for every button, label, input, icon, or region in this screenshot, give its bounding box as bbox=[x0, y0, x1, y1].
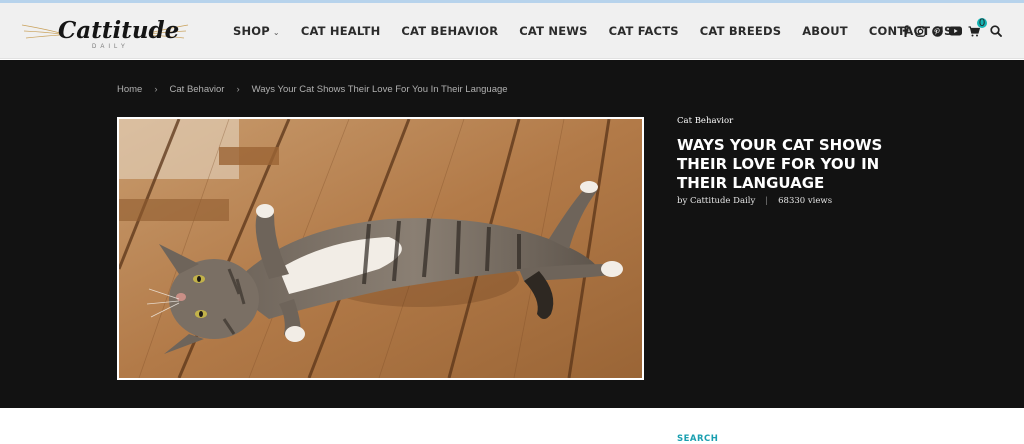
youtube-icon[interactable] bbox=[949, 26, 962, 36]
site-logo[interactable]: Cattitude DAILY bbox=[20, 11, 190, 55]
chevron-down-icon: ⌄ bbox=[272, 28, 280, 37]
nav-item-about[interactable]: ABOUT bbox=[802, 24, 848, 38]
nav-item-shop-label: SHOP bbox=[233, 24, 270, 38]
cart-count-badge: 0 bbox=[977, 16, 987, 29]
cart-icon[interactable]: 0 bbox=[968, 17, 987, 37]
logo-subtext: DAILY bbox=[92, 44, 129, 50]
breadcrumb-separator: › bbox=[154, 84, 158, 95]
meta-divider: | bbox=[765, 196, 769, 206]
article-featured-image bbox=[117, 117, 644, 380]
breadcrumb-current: Ways Your Cat Shows Their Love For You I… bbox=[251, 84, 508, 95]
nav-item-cat-breeds[interactable]: CAT BREEDS bbox=[700, 24, 781, 38]
pinterest-icon[interactable] bbox=[932, 25, 943, 37]
logo-wordmark: Cattitude bbox=[58, 17, 180, 44]
nav-item-cat-behavior[interactable]: CAT BEHAVIOR bbox=[401, 24, 498, 38]
breadcrumb-category[interactable]: Cat Behavior bbox=[170, 84, 225, 95]
article-category[interactable]: Cat Behavior bbox=[677, 116, 733, 126]
site-header: Cattitude DAILY SHOP ⌄ CAT HEALTH CAT BEH… bbox=[0, 3, 1024, 59]
main-navigation: SHOP ⌄ CAT HEALTH CAT BEHAVIOR CAT NEWS C… bbox=[233, 3, 973, 59]
sidebar-search-title: SEARCH bbox=[677, 434, 719, 444]
search-icon[interactable] bbox=[990, 25, 1002, 37]
article-hero: Home › Cat Behavior › Ways Your Cat Shows Th… bbox=[0, 60, 1024, 408]
header-icons: 0 bbox=[902, 3, 1008, 59]
breadcrumb-home[interactable]: Home bbox=[117, 84, 142, 95]
nav-item-shop[interactable]: SHOP ⌄ bbox=[233, 24, 280, 38]
article-views: 68330 views bbox=[778, 196, 833, 206]
facebook-icon[interactable] bbox=[902, 25, 909, 37]
nav-item-cat-facts[interactable]: CAT FACTS bbox=[609, 24, 679, 38]
article-meta: by Cattitude Daily | 68330 views bbox=[677, 196, 832, 206]
article-author[interactable]: by Cattitude Daily bbox=[677, 196, 755, 206]
article-title: WAYS YOUR CAT SHOWS THEIR LOVE FOR YOU I… bbox=[677, 136, 883, 192]
nav-item-cat-health[interactable]: CAT HEALTH bbox=[301, 24, 381, 38]
breadcrumb: Home › Cat Behavior › Ways Your Cat Shows Th… bbox=[117, 84, 508, 95]
nav-item-cat-news[interactable]: CAT NEWS bbox=[519, 24, 587, 38]
instagram-icon[interactable] bbox=[915, 25, 926, 37]
breadcrumb-separator: › bbox=[236, 84, 240, 95]
cat-on-deck-illustration bbox=[119, 119, 642, 378]
